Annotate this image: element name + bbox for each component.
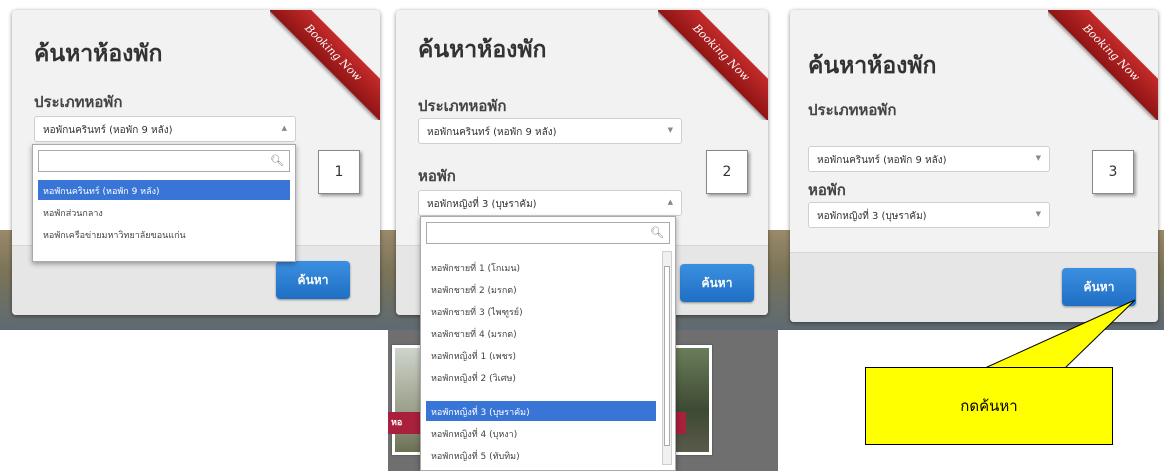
card-title: ค้นหาห้องพัก (418, 37, 547, 63)
chevron-down-icon: ▼ (1035, 210, 1041, 218)
room-type-select[interactable]: หอพักนครินทร์ (หอพัก 9 หลัง) ▼ (808, 146, 1050, 172)
dropdown-option[interactable]: หอพักหญิงที่ 4 (บุหงา) (426, 423, 656, 443)
dropdown-scrollbar[interactable] (662, 251, 672, 465)
dorm-label: หอพัก (808, 181, 846, 199)
scrollbar-thumb[interactable] (664, 266, 670, 446)
dropdown-option[interactable]: หอพักชายที่ 3 (ไพฑูรย์) (426, 301, 656, 321)
step-number: 1 (318, 150, 360, 194)
step-number: 3 (1092, 150, 1134, 194)
booking-ribbon: Booking Now (270, 10, 380, 120)
search-icon: 🔍︎ (270, 154, 284, 167)
chevron-up-icon: ▲ (281, 124, 287, 132)
chevron-down-icon: ▼ (667, 126, 673, 134)
room-type-select[interactable]: หอพักนครินทร์ (หอพัก 9 หลัง) ▲ (34, 116, 296, 142)
dropdown-option[interactable]: หอพักหญิงที่ 3 (บุษราคัม) (426, 401, 656, 421)
dropdown-option[interactable]: หอพักชายที่ 4 (มรกต) (426, 323, 656, 343)
chevron-up-icon: ▲ (667, 198, 673, 206)
booking-ribbon: Booking Now (1048, 10, 1158, 120)
dropdown-option[interactable]: หอพักชายที่ 2 (มรกต) (426, 279, 656, 299)
step-1-panel: ค้นหาห้องพัก Booking Now ประเภทหอพัก หอพ… (0, 0, 388, 340)
dorm-dropdown: 🔍︎ หอพักชายที่ 1 (โกเมน) หอพักชายที่ 2 (… (420, 216, 676, 471)
dropdown-option[interactable]: หอพักเครือข่ายมหาวิทยาลัยขอนแก่น (38, 224, 290, 244)
dropdown-option[interactable]: หอพักหญิงที่ 5 (ทับทิม) (426, 445, 656, 465)
dropdown-option[interactable]: หอพักนครินทร์ (หอพัก 9 หลัง) (38, 180, 290, 200)
room-type-label: ประเภทหอพัก (418, 97, 507, 115)
chevron-down-icon: ▼ (1035, 154, 1041, 162)
search-icon: 🔍︎ (650, 226, 664, 239)
room-type-label: ประเภทหอพัก (808, 101, 897, 119)
search-button[interactable]: ค้นหา (1062, 268, 1136, 306)
search-button[interactable]: ค้นหา (276, 261, 350, 299)
card-title: ค้นหาห้องพัก (808, 53, 937, 79)
room-type-label: ประเภทหอพัก (34, 93, 123, 111)
room-type-dropdown: 🔍︎ หอพักนครินทร์ (หอพัก 9 หลัง) หอพักส่ว… (32, 144, 296, 262)
dropdown-option[interactable]: หอพักหญิงที่ 2 (วิเศษ) (426, 367, 656, 387)
callout-box: กดค้นหา (865, 367, 1113, 445)
dropdown-search-input[interactable]: 🔍︎ (38, 150, 290, 172)
dropdown-option[interactable]: หอพักส่วนกลาง (38, 202, 290, 222)
step-2-panel: หอ หอ ค้นหาห้องพัก Booking Now ประเภทหอพ… (388, 0, 778, 471)
dorm-select[interactable]: หอพักหญิงที่ 3 (บุษราคัม) ▲ (418, 190, 682, 216)
dorm-label: หอพัก (418, 167, 456, 185)
booking-ribbon: Booking Now (658, 10, 768, 120)
step-3-panel: หอ ค้นหาห้องพัก Booking Now ประเภทหอพัก … (778, 0, 1164, 340)
dorm-select[interactable]: หอพักหญิงที่ 3 (บุษราคัม) ▼ (808, 202, 1050, 228)
dropdown-option[interactable]: หอพักหญิงที่ 1 (เพชร) (426, 345, 656, 365)
search-button[interactable]: ค้นหา (680, 264, 754, 302)
card-title: ค้นหาห้องพัก (34, 41, 163, 67)
room-type-select[interactable]: หอพักนครินทร์ (หอพัก 9 หลัง) ▼ (418, 118, 682, 144)
dropdown-option[interactable]: หอพักชายที่ 1 (โกเมน) (426, 257, 656, 277)
step-number: 2 (706, 150, 748, 194)
dropdown-search-input[interactable]: 🔍︎ (426, 222, 670, 244)
